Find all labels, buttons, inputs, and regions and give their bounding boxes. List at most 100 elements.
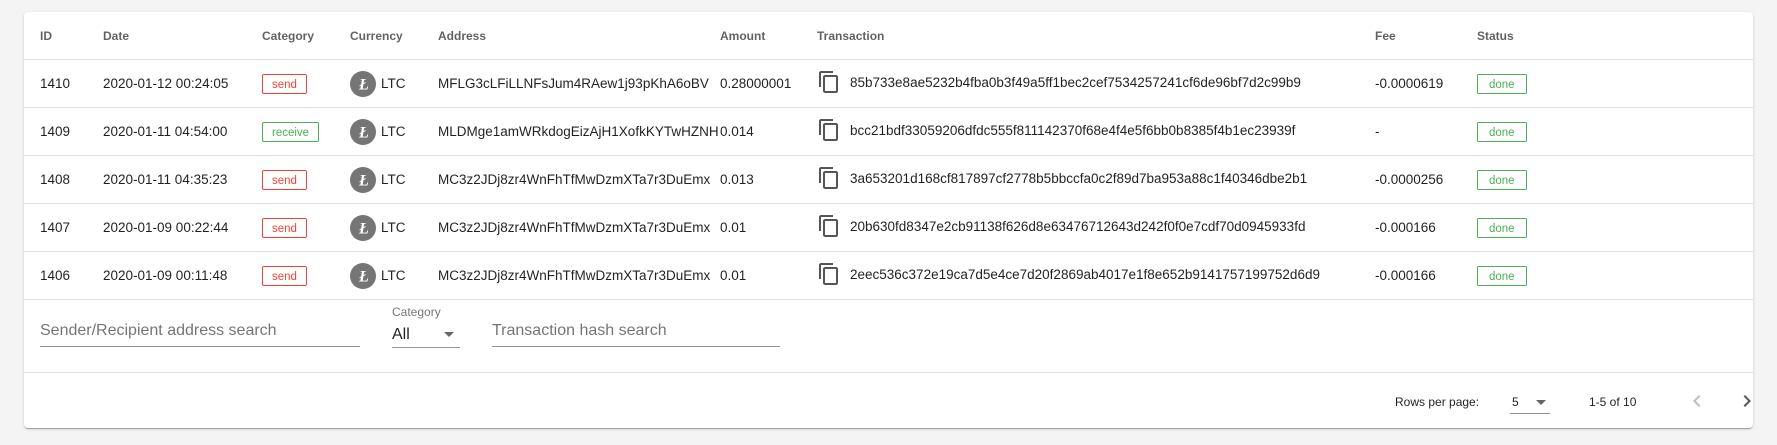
- next-page-button[interactable]: [1733, 387, 1761, 415]
- tx-hash-search-input[interactable]: [492, 318, 780, 346]
- previous-page-button[interactable]: [1683, 387, 1711, 415]
- table-row[interactable]: 1410 2020-01-12 00:24:05 send Ł LTC MFLG3…: [24, 59, 1753, 108]
- header-category[interactable]: Category: [262, 12, 350, 60]
- header-address[interactable]: Address: [438, 12, 720, 60]
- table-row[interactable]: 1407 2020-01-09 00:22:44 send Ł LTC MC3z2…: [24, 203, 1753, 252]
- copy-icon[interactable]: [817, 262, 841, 286]
- transaction-hash[interactable]: 85b733e8ae5232b4fba0b3f49a5ff1bec2cef753…: [850, 75, 1301, 90]
- litecoin-icon: Ł: [350, 118, 376, 145]
- header-fee[interactable]: Fee: [1375, 12, 1477, 60]
- svg-text:Ł: Ł: [358, 124, 369, 140]
- cell-id: 1408: [24, 155, 103, 204]
- cell-amount: 0.013: [720, 155, 817, 204]
- currency-code: LTC: [381, 172, 406, 187]
- cell-transaction: 2eec536c372e19ca7d5e4ce7d20f2869ab4017e1…: [817, 251, 1375, 300]
- cell-address[interactable]: MC3z2JDj8zr4WnFhTfMwDzmXTa7r3DuEmx: [438, 203, 720, 252]
- status-badge: done: [1477, 265, 1527, 286]
- status-badge: done: [1477, 169, 1527, 190]
- cell-fee: -0.000166: [1375, 251, 1477, 300]
- category-select[interactable]: All: [392, 322, 460, 348]
- cell-address[interactable]: MC3z2JDj8zr4WnFhTfMwDzmXTa7r3DuEmx: [438, 155, 720, 204]
- pagination: Rows per page: 5 1-5 of 10: [24, 373, 1753, 431]
- category-chip: receive: [262, 121, 320, 142]
- copy-icon[interactable]: [817, 70, 841, 94]
- cell-amount: 0.01: [720, 203, 817, 252]
- table-header-row: ID Date Category Currency Address Amount…: [24, 12, 1753, 60]
- cell-transaction: 20b630fd8347e2cb91138f626d8e63476712643d…: [817, 203, 1375, 252]
- rows-per-page-label: Rows per page:: [1395, 395, 1480, 409]
- copy-icon[interactable]: [817, 214, 841, 238]
- cell-amount: 0.28000001: [720, 59, 817, 108]
- cell-address[interactable]: MFLG3cLFiLLNFsJum4RAew1j93pKhA6oBV: [438, 59, 720, 108]
- transaction-hash[interactable]: 2eec536c372e19ca7d5e4ce7d20f2869ab4017e1…: [850, 267, 1320, 282]
- header-status[interactable]: Status: [1477, 12, 1753, 60]
- cell-date: 2020-01-11 04:35:23: [103, 155, 262, 204]
- category-chip: send: [262, 217, 307, 238]
- cell-transaction: bcc21bdf33059206dfdc555f811142370f68e4f4…: [817, 107, 1375, 156]
- chevron-down-icon: [444, 332, 454, 337]
- cell-fee: -: [1375, 107, 1477, 156]
- transactions-card: ID Date Category Currency Address Amount…: [24, 12, 1753, 428]
- cell-currency: Ł LTC: [350, 155, 438, 204]
- svg-text:Ł: Ł: [358, 172, 369, 188]
- cell-address[interactable]: MLDMge1amWRkdogEizAjH1XofkKYTwHZNH: [438, 107, 720, 156]
- table-row[interactable]: 1408 2020-01-11 04:35:23 send Ł LTC MC3z2…: [24, 155, 1753, 204]
- copy-icon[interactable]: [817, 166, 841, 190]
- category-select-label: Category: [392, 305, 441, 319]
- chevron-right-icon: [1743, 395, 1751, 407]
- address-search-field: [40, 318, 360, 347]
- cell-status: done: [1477, 59, 1753, 108]
- cell-status: done: [1477, 251, 1753, 300]
- cell-currency: Ł LTC: [350, 251, 438, 300]
- currency-code: LTC: [381, 268, 406, 283]
- table-row[interactable]: 1406 2020-01-09 00:11:48 send Ł LTC MC3z2…: [24, 251, 1753, 300]
- cell-category: send: [262, 155, 350, 204]
- cell-fee: -0.0000256: [1375, 155, 1477, 204]
- cell-fee: -0.000166: [1375, 203, 1477, 252]
- header-transaction[interactable]: Transaction: [817, 12, 1375, 60]
- rows-per-page-value: 5: [1512, 395, 1519, 409]
- copy-icon[interactable]: [817, 118, 841, 142]
- cell-amount: 0.014: [720, 107, 817, 156]
- status-badge: done: [1477, 73, 1527, 94]
- transactions-table: ID Date Category Currency Address Amount…: [24, 12, 1753, 300]
- cell-id: 1406: [24, 251, 103, 300]
- header-date[interactable]: Date: [103, 12, 262, 60]
- litecoin-icon: Ł: [350, 214, 376, 241]
- status-badge: done: [1477, 121, 1527, 142]
- cell-date: 2020-01-09 00:11:48: [103, 251, 262, 300]
- transaction-hash[interactable]: 20b630fd8347e2cb91138f626d8e63476712643d…: [850, 219, 1305, 234]
- category-chip: send: [262, 73, 307, 94]
- transaction-hash[interactable]: 3a653201d168cf817897cf2778b5bbccfa0c2f89…: [850, 171, 1307, 186]
- category-chip: send: [262, 265, 307, 286]
- cell-currency: Ł LTC: [350, 59, 438, 108]
- svg-text:Ł: Ł: [358, 220, 369, 236]
- cell-id: 1407: [24, 203, 103, 252]
- filter-bar: Category All: [24, 300, 1753, 373]
- currency-code: LTC: [381, 124, 406, 139]
- litecoin-icon: Ł: [350, 166, 376, 193]
- address-search-input[interactable]: [40, 318, 360, 346]
- cell-address[interactable]: MC3z2JDj8zr4WnFhTfMwDzmXTa7r3DuEmx: [438, 251, 720, 300]
- cell-transaction: 3a653201d168cf817897cf2778b5bbccfa0c2f89…: [817, 155, 1375, 204]
- cell-category: send: [262, 203, 350, 252]
- header-currency[interactable]: Currency: [350, 12, 438, 60]
- header-amount[interactable]: Amount: [720, 12, 817, 60]
- category-select-value: All: [392, 325, 410, 343]
- header-id[interactable]: ID: [24, 12, 103, 60]
- cell-currency: Ł LTC: [350, 203, 438, 252]
- rows-per-page-select[interactable]: 5: [1510, 391, 1550, 414]
- cell-id: 1410: [24, 59, 103, 108]
- cell-date: 2020-01-12 00:24:05: [103, 59, 262, 108]
- currency-code: LTC: [381, 76, 406, 91]
- transaction-hash[interactable]: bcc21bdf33059206dfdc555f811142370f68e4f4…: [850, 123, 1295, 138]
- litecoin-icon: Ł: [350, 70, 376, 97]
- category-chip: send: [262, 169, 307, 190]
- cell-category: receive: [262, 107, 350, 156]
- cell-status: done: [1477, 155, 1753, 204]
- status-badge: done: [1477, 217, 1527, 238]
- cell-amount: 0.01: [720, 251, 817, 300]
- page-range: 1-5 of 10: [1589, 395, 1637, 409]
- table-row[interactable]: 1409 2020-01-11 04:54:00 receive Ł LTC ML…: [24, 107, 1753, 156]
- currency-code: LTC: [381, 220, 406, 235]
